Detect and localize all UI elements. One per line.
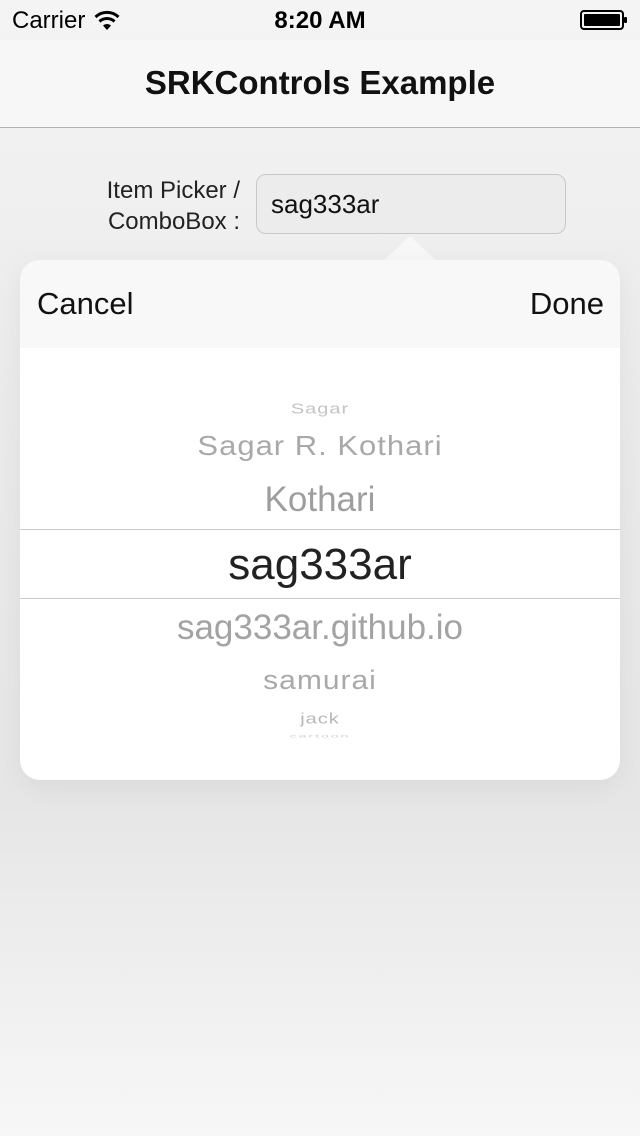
status-bar: Carrier 8:20 AM [0, 0, 640, 40]
combobox-input[interactable]: sag333ar [256, 174, 566, 234]
picker-popover: Cancel Done Sagar Sagar R. Kothari Kotha… [20, 260, 620, 780]
picker-toolbar: Cancel Done [20, 260, 620, 348]
nav-title: SRKControls Example [144, 64, 496, 101]
picker-item[interactable]: Kothari [20, 480, 620, 520]
popover-arrow [382, 236, 438, 262]
picker-item[interactable]: Sagar R. Kothari [20, 430, 620, 462]
picker-item[interactable]: Sagar [20, 401, 620, 418]
status-time: 8:20 AM [274, 7, 366, 34]
picker-item[interactable]: jack [20, 711, 620, 728]
item-picker-label-line2: ComboBox : [107, 208, 240, 235]
picker-item[interactable]: cartoon [20, 734, 620, 739]
selection-divider-bottom [20, 598, 620, 599]
item-picker-label-line1: Item Picker / [106, 177, 240, 204]
battery-icon [580, 10, 627, 30]
picker-wheel[interactable]: Sagar Sagar R. Kothari Kothari sag333ar … [20, 348, 620, 748]
cancel-button[interactable]: Cancel [37, 286, 134, 322]
navigation-bar: SRKControls Example [0, 40, 640, 128]
done-button[interactable]: Done [530, 286, 604, 322]
item-picker-label: Item Picker / ComboBox : [20, 175, 240, 237]
picker-item[interactable]: samurai [20, 666, 620, 697]
picker-item[interactable]: sag333ar.github.io [20, 608, 620, 648]
picker-item-selected[interactable]: sag333ar [20, 540, 620, 590]
selection-divider-top [20, 529, 620, 530]
